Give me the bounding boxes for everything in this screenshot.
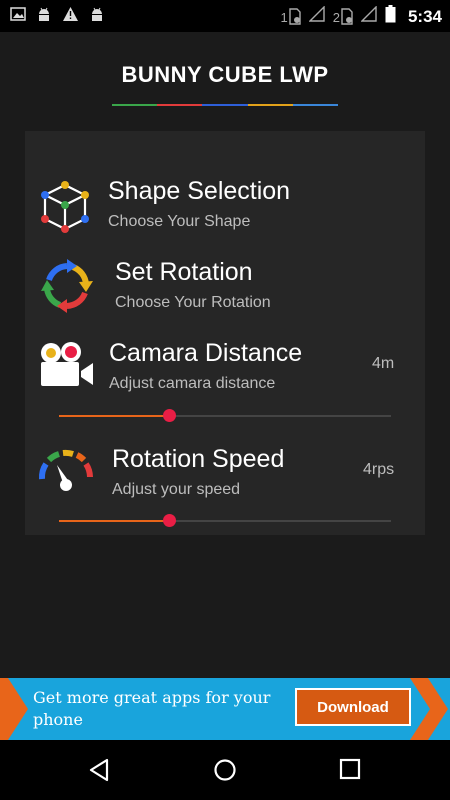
sim-card-icon-2 — [341, 8, 353, 25]
camera-distance-value: 4m — [372, 355, 395, 372]
shape-selection-label: Shape Selection — [108, 177, 291, 205]
camera-distance-label: Camara Distance — [109, 339, 303, 367]
back-icon[interactable] — [88, 758, 110, 787]
sim2-label: 2 — [332, 10, 340, 25]
rotation-speed-slider[interactable] — [59, 513, 391, 529]
ad-stripe-right — [410, 678, 448, 740]
ad-stripe-left — [0, 678, 28, 740]
camera-distance-slider[interactable] — [59, 408, 391, 424]
underline-segment — [202, 104, 248, 106]
rotation-speed-value: 4rps — [363, 461, 395, 478]
slider-fill — [59, 520, 169, 522]
title-underline — [112, 104, 339, 106]
set-rotation-subtitle: Choose Your Rotation — [115, 294, 271, 311]
status-bar: 1 2 5:34 — [0, 0, 450, 32]
slider-thumb[interactable] — [162, 514, 176, 527]
rotation-speed-subtitle: Adjust your speed — [112, 481, 241, 498]
cube-icon — [39, 179, 91, 238]
underline-segment — [112, 104, 158, 106]
underline-segment — [292, 104, 339, 106]
download-button[interactable]: Download — [295, 688, 411, 726]
rotation-speed-item[interactable]: Rotation Speed Adjust your speed 4rps — [25, 439, 425, 509]
underline-segment — [247, 104, 293, 106]
recents-icon[interactable] — [339, 758, 361, 785]
sim1-label: 1 — [280, 10, 288, 25]
set-rotation-label: Set Rotation — [115, 258, 253, 286]
warning-notification-icon — [62, 6, 79, 27]
set-rotation-item[interactable]: Set Rotation Choose Your Rotation — [25, 252, 425, 322]
settings-card: Shape Selection Choose Your Shape Set Ro… — [25, 131, 425, 535]
camera-distance-subtitle: Adjust camara distance — [109, 375, 276, 392]
battery-icon — [385, 5, 396, 28]
speedometer-icon — [37, 447, 95, 500]
rotation-arrows-icon — [37, 256, 97, 321]
sim-card-icon — [289, 8, 301, 25]
camera-distance-item[interactable]: Camara Distance Adjust camara distance 4… — [25, 333, 425, 403]
slider-fill — [59, 415, 169, 417]
video-camera-icon — [39, 341, 95, 394]
signal-icon-2 — [360, 5, 377, 27]
ad-text: Get more great apps for your phone — [33, 688, 271, 729]
home-icon[interactable] — [213, 758, 237, 787]
shape-selection-subtitle: Choose Your Shape — [108, 213, 251, 230]
ad-banner[interactable]: Get more great apps for your phone Downl… — [0, 678, 450, 740]
clock: 5:34 — [407, 6, 442, 26]
image-notification-icon — [10, 6, 26, 27]
app-title: BUNNY CUBE LWP — [121, 62, 329, 87]
underline-segment — [157, 104, 203, 106]
sim2-indicator: 2 — [333, 8, 353, 25]
rotation-speed-label: Rotation Speed — [112, 445, 285, 473]
android-notification-icon-2 — [89, 6, 105, 27]
signal-icon — [308, 5, 325, 27]
navigation-bar — [0, 740, 450, 800]
shape-selection-item[interactable]: Shape Selection Choose Your Shape — [25, 171, 425, 241]
slider-thumb[interactable] — [162, 409, 176, 422]
android-notification-icon — [36, 6, 52, 27]
sim1-indicator: 1 — [281, 8, 301, 25]
